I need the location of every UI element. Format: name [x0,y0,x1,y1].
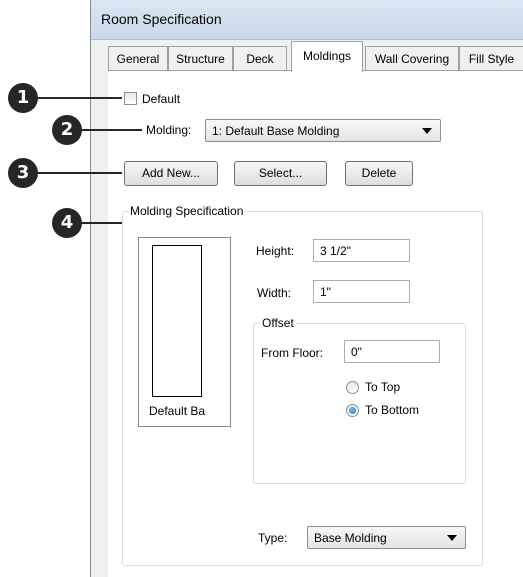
molding-label: Molding: [146,123,192,137]
preview-caption: Default Ba [149,404,206,418]
callout-1-leader [36,97,122,99]
molding-select[interactable]: 1: Default Base Molding [205,119,441,142]
from-floor-label: From Floor: [261,346,324,360]
to-top-label: To Top [365,380,401,394]
tab-moldings[interactable]: Moldings [291,41,363,72]
to-bottom-radio[interactable] [346,404,359,417]
chevron-down-icon [422,128,432,134]
add-new-button[interactable]: Add New... [124,161,218,186]
default-checkbox-label: Default [142,92,181,106]
type-label: Type: [258,531,288,545]
title-bar[interactable]: Room Specification [91,0,523,40]
callout-1: 1 [8,83,38,113]
default-checkbox[interactable] [124,92,137,105]
molding-profile-shape [152,245,202,397]
select-button[interactable]: Select... [234,161,327,186]
tab-structure[interactable]: Structure [168,46,233,71]
from-floor-field[interactable]: 0" [344,340,440,363]
to-top-radio[interactable] [346,381,359,394]
callout-4: 4 [52,208,82,238]
tab-fill-style[interactable]: Fill Style [459,46,523,71]
type-select[interactable]: Base Molding [307,526,466,549]
tab-deck[interactable]: Deck [233,46,287,71]
delete-button[interactable]: Delete [345,161,413,186]
tab-general[interactable]: General [108,46,168,71]
molding-specification-label: Molding Specification [128,204,246,218]
type-select-value: Base Molding [314,531,387,545]
from-floor-value: 0" [351,345,362,359]
width-value: 1" [320,285,331,299]
tab-wall-covering[interactable]: Wall Covering [365,46,459,71]
callout-2-leader [80,129,142,131]
molding-select-value: 1: Default Base Molding [212,124,340,138]
callout-3: 3 [8,158,38,188]
callout-4-leader [80,222,122,224]
height-label: Height: [256,244,295,258]
molding-preview: Default Ba [138,237,231,427]
width-label: Width: [257,286,292,300]
height-value: 3 1/2" [320,244,351,258]
chevron-down-icon [447,535,457,541]
window-title: Room Specification [101,11,222,27]
callout-2: 2 [52,115,82,145]
width-field[interactable]: 1" [313,280,410,303]
offset-label: Offset [260,316,296,330]
height-field[interactable]: 3 1/2" [313,239,410,262]
callout-3-leader [36,172,122,174]
to-bottom-label: To Bottom [365,403,420,417]
